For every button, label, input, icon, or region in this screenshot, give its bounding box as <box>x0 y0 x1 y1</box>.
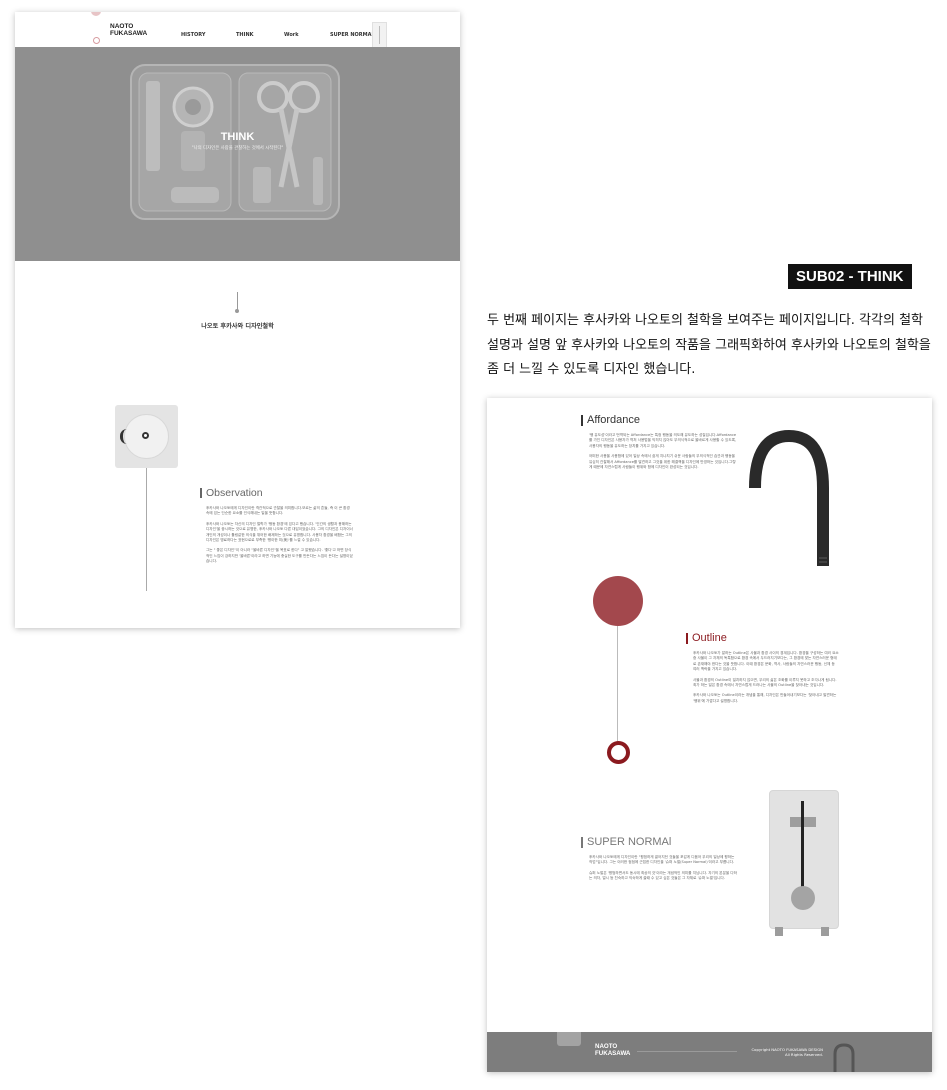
affordance-title: Affordance <box>581 414 640 426</box>
observation-text: 후카사와 나오토에게 디자인이란 객관적으로 관찰을 의미합니다.모르는 삶의 … <box>206 506 354 570</box>
observation-title: Observation <box>200 487 263 499</box>
toaster-foot-right <box>821 927 829 936</box>
footer-cd-player-icon <box>557 1032 581 1046</box>
footer-logo-line2: FUKASAWA <box>595 1050 631 1057</box>
page-description: 두 번째 페이지는 후사카와 나오토의 철학을 보여주는 페이지입니다. 각각의… <box>487 313 931 377</box>
outline-paragraph: 후카사와 나오토는 Outline이라는 개념을 통해, 디자인은 만들어내기보… <box>693 693 837 703</box>
logo[interactable]: NAOTO FUKASAWA <box>110 23 147 37</box>
observation-paragraph: 후카사와 나오토에게 디자인이란 객관적으로 관찰을 의미합니다.모르는 삶의 … <box>206 506 350 516</box>
sub02-page-preview: NAOTO FUKASAWA HISTORY THINK Work SUPER … <box>15 12 460 628</box>
super-normal-title: SUPER NORMAl <box>581 836 671 848</box>
super-normal-text: 후카사와 나오토에게 디자인이란 "평범하게 끌어지던 것들을 포갑게 디움어 … <box>589 855 737 887</box>
super-normal-paragraph: 후카사와 나오토에게 디자인이란 "평범하게 끌어지던 것들을 포갑게 디움어 … <box>589 855 735 865</box>
affordance-paragraph: 어떠한 사용을 사용함에 있어 일상 속에서 쉽게 지나치기 쉬운 사람들의 무… <box>589 454 736 470</box>
tool-case-illustration <box>130 64 340 220</box>
super-normal-paragraph: 슈퍼 노멀은 '평범하면서도 동시에 최상의 것'이라는 개념적인 의미를 지닙… <box>589 870 737 881</box>
hero-title: THINK <box>220 131 255 143</box>
header-deco-circle-top <box>91 12 101 16</box>
hero-subtitle: "나의 디자인은 사람을 관찰하는 것에서 시작된다" <box>191 146 284 151</box>
outline-paragraph: 후카사와 나오토가 말하는 Outline은 사물과 환경 사이의 경계입니다.… <box>693 651 839 672</box>
scroll-indicator-line <box>237 292 238 310</box>
scroll-indicator-dot <box>235 309 239 313</box>
footer-copyright: Copyright NAOTO FUKASAWA DESIGN All Righ… <box>713 1047 823 1057</box>
toaster-illustration <box>769 790 839 929</box>
observation-paragraph: 그는 " 좋은 디자인"이 아니라 "올바른 디자인"을 목표로 한다" 고 말… <box>206 548 353 564</box>
observation-paragraph: 후카사와 나오토는 자신의 디자인 철학가 '행동 환경'에 있다고 했습니다.… <box>206 521 353 543</box>
footer-logo-line1: NAOTO <box>595 1043 618 1050</box>
logo-line1: NAOTO <box>110 23 134 30</box>
pendant-lamp-cord <box>617 626 618 742</box>
pendant-lamp-ring <box>607 741 630 764</box>
nav-work[interactable]: Work <box>284 32 299 38</box>
cd-player-illustration <box>115 405 178 468</box>
outline-title: Outline <box>686 632 727 644</box>
footer-copyright-line2: All Rights Reserved. <box>785 1052 823 1057</box>
intro-heading: 나오토 후카사와 디자인철학 <box>201 323 274 330</box>
umbrella-handle-illustration <box>749 429 829 566</box>
menu-handle-icon[interactable] <box>372 22 387 49</box>
logo-line2: FUKASAWA <box>110 30 148 37</box>
page-tag: SUB02 - THINK <box>788 264 912 289</box>
header-deco-circle-bottom <box>93 37 100 44</box>
outline-text: 후카사와 나오토가 말하는 Outline은 사물과 환경 사이의 경계입니다.… <box>693 651 839 709</box>
hero-banner: THINK "나의 디자인은 사람을 관찰하는 것에서 시작된다" <box>15 47 460 261</box>
cd-player-cord <box>146 468 147 591</box>
sub02-page-detail-preview: Affordance '행 유도성'이라고 번역되는 Affordance는 특… <box>487 398 932 1072</box>
footer-umbrella-icon <box>833 1043 855 1072</box>
nav-think[interactable]: THINK <box>236 32 254 38</box>
nav-super-normal[interactable]: SUPER NORMAL <box>330 32 375 38</box>
header-bar: NAOTO FUKASAWA HISTORY THINK Work SUPER … <box>15 12 460 49</box>
toaster-foot-left <box>775 927 783 936</box>
affordance-text: '행 유도성'이라고 번역되는 Affordance는 특정 행동을 의도해 유… <box>589 433 737 475</box>
affordance-paragraph: '행 유도성'이라고 번역되는 Affordance는 특정 행동을 의도해 유… <box>589 433 737 448</box>
footer: NAOTO FUKASAWA Copyright NAOTO FUKASAWA … <box>487 1032 932 1072</box>
pendant-lamp-shade <box>593 576 643 626</box>
footer-logo[interactable]: NAOTO FUKASAWA <box>595 1043 630 1057</box>
nav-history[interactable]: HISTORY <box>181 32 206 38</box>
outline-paragraph: 사물과 환경의 Outline이 일치하지 않으면, 우리의 삶은 조화를 이루… <box>693 677 837 688</box>
